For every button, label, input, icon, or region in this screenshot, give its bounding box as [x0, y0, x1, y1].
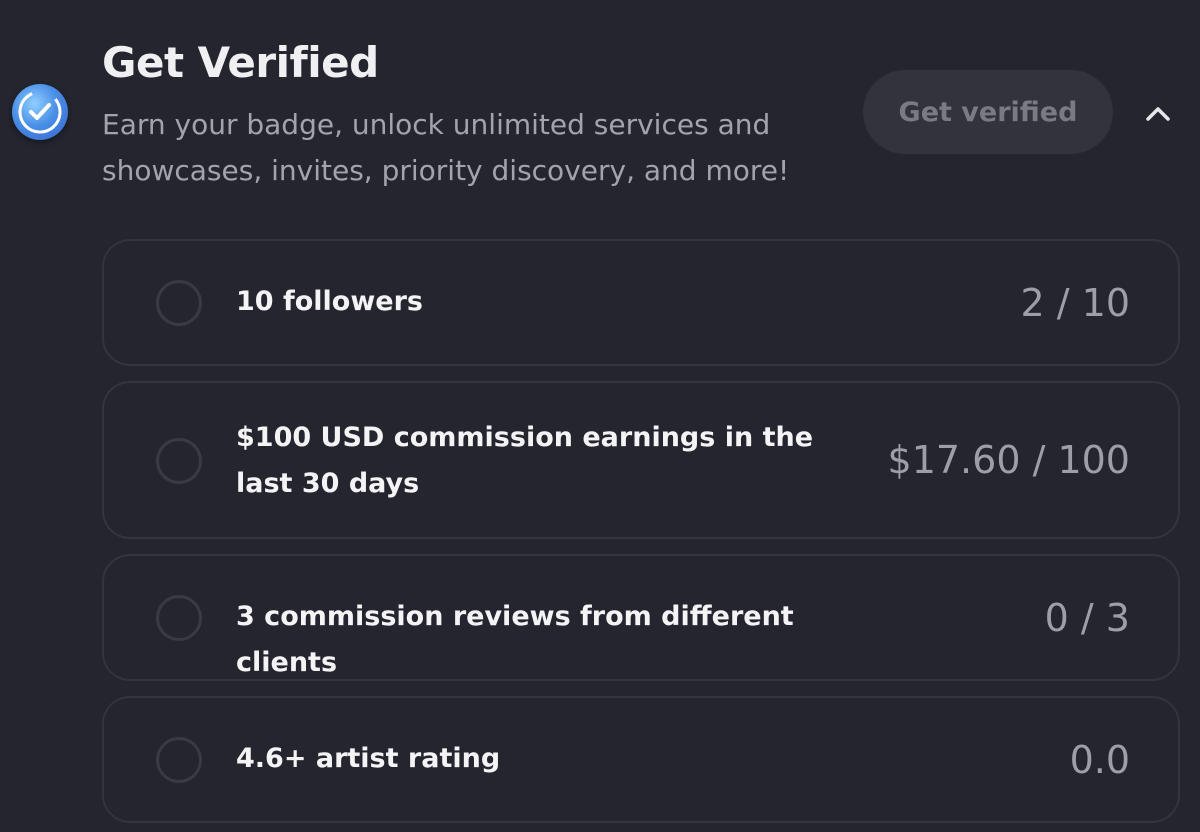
- requirement-earnings: $100 USD commission earnings in the last…: [102, 381, 1180, 539]
- requirement-progress: 2 / 10: [1020, 281, 1131, 325]
- requirement-label: $100 USD commission earnings in the last…: [236, 422, 814, 499]
- requirement-followers: 10 followers 2 / 10: [102, 239, 1180, 366]
- requirement-label: 10 followers: [236, 286, 423, 317]
- incomplete-circle-icon: [156, 280, 202, 326]
- requirement-label: 4.6+ artist rating: [236, 743, 501, 774]
- requirement-progress: 0.0: [1069, 738, 1130, 782]
- page-title: Get Verified: [102, 38, 379, 87]
- requirement-reviews: 3 commission reviews from different clie…: [102, 554, 1180, 681]
- incomplete-circle-icon: [156, 438, 202, 484]
- page-subtitle: Earn your badge, unlock unlimited servic…: [102, 108, 790, 187]
- requirement-label: 3 commission reviews from different clie…: [236, 601, 794, 678]
- requirement-progress: 0 / 3: [1044, 596, 1130, 640]
- incomplete-circle-icon: [156, 737, 202, 783]
- requirement-progress: $17.60 / 100: [887, 438, 1130, 482]
- incomplete-circle-icon: [156, 595, 202, 641]
- verified-check-icon: [12, 84, 68, 140]
- requirement-rating: 4.6+ artist rating 0.0: [102, 696, 1180, 823]
- get-verified-button[interactable]: Get verified: [863, 70, 1113, 154]
- get-verified-panel: Get Verified Earn your badge, unlock unl…: [0, 0, 1200, 832]
- chevron-up-icon[interactable]: [1140, 96, 1176, 132]
